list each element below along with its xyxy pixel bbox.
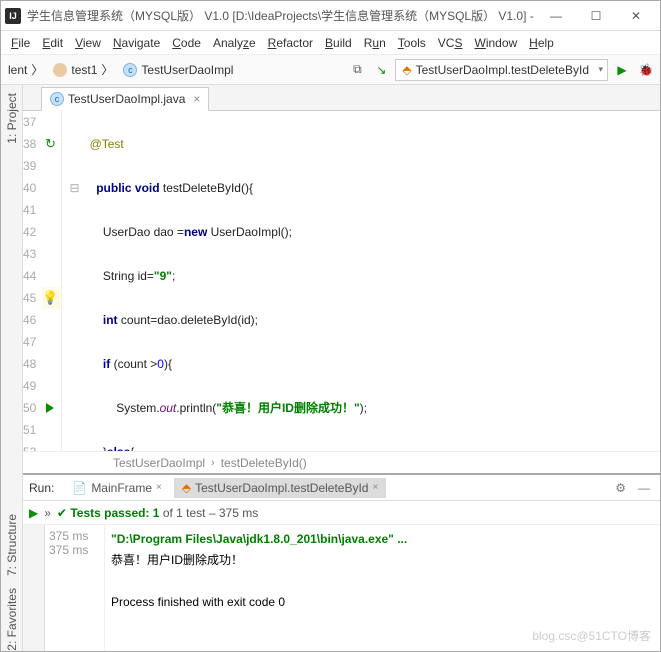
line-numbers: 37383940414243444546474849505152 [23, 111, 42, 451]
test-tree[interactable]: 375 ms 375 ms [45, 525, 105, 651]
editor-tab-label: TestUserDaoImpl.java [68, 92, 185, 106]
window-titlebar: IJ 学生信息管理系统（MYSQL版） V1.0 [D:\IdeaProject… [1, 1, 660, 31]
hide-panel-icon[interactable]: — [634, 481, 654, 495]
intention-bulb-icon[interactable]: 💡 [42, 287, 58, 309]
run-button[interactable]: ▶ [612, 60, 632, 80]
close-button[interactable]: ✕ [616, 2, 656, 30]
run-label: Run: [29, 481, 54, 495]
menu-help[interactable]: Help [525, 34, 558, 52]
app-logo-icon: IJ [5, 8, 21, 24]
menu-view[interactable]: View [71, 34, 105, 52]
menu-file[interactable]: File [7, 34, 34, 52]
editor-tabs: c TestUserDaoImpl.java × [23, 85, 660, 111]
menu-code[interactable]: Code [168, 34, 205, 52]
menu-navigate[interactable]: Navigate [109, 34, 164, 52]
code-body[interactable]: @Test ⊟ public void testDeleteById(){ Us… [62, 111, 660, 451]
run-tab-mainframe[interactable]: 📄MainFrame× [64, 478, 169, 498]
run-toolbar-side [23, 525, 45, 651]
menu-run[interactable]: Run [360, 34, 390, 52]
watermark: blog.csc@51CTO博客 [532, 627, 651, 644]
test-status: ✔ Tests passed: 1 of 1 test – 375 ms [57, 506, 258, 520]
menu-window[interactable]: Window [470, 34, 521, 52]
hammer-icon[interactable]: ↘ [371, 60, 391, 80]
run-test-gutter-icon[interactable]: ↻ [45, 133, 56, 155]
test-toolbar: ▶ » ✔ Tests passed: 1 of 1 test – 375 ms [23, 501, 660, 525]
window-title: 学生信息管理系统（MYSQL版） V1.0 [D:\IdeaProjects\学… [27, 7, 536, 24]
rerun-icon[interactable]: ▶ [29, 506, 38, 520]
menu-edit[interactable]: Edit [38, 34, 67, 52]
menu-analyze[interactable]: Analyze [209, 34, 260, 52]
code-editor[interactable]: 37383940414243444546474849505152 ↻💡 @Tes… [23, 111, 660, 451]
left-sidebar: 1: Project 7: Structure 2: Favorites [1, 85, 23, 651]
close-tab-icon[interactable]: × [193, 92, 200, 106]
menu-build[interactable]: Build [321, 34, 356, 52]
navigation-bar: lent〉 test1〉 cTestUserDaoImpl ⧉ ↘ ⬘TestU… [1, 55, 660, 85]
run-tool-window: Run: 📄MainFrame× ⬘TestUserDaoImpl.testDe… [23, 473, 660, 651]
crumb-root[interactable]: lent〉 [5, 61, 46, 78]
editor-breadcrumb[interactable]: TestUserDaoImpl › testDeleteById() [23, 451, 660, 473]
tool-favorites[interactable]: 2: Favorites [5, 588, 19, 651]
menu-tools[interactable]: Tools [394, 34, 430, 52]
maximize-button[interactable]: ☐ [576, 2, 616, 30]
menu-bar: File Edit View Navigate Code Analyze Ref… [1, 31, 660, 55]
debug-button[interactable]: 🐞 [636, 60, 656, 80]
run-config-select[interactable]: ⬘TestUserDaoImpl.testDeleteById [395, 59, 608, 81]
folder-icon [53, 63, 67, 77]
build-icon[interactable]: ⧉ [347, 60, 367, 80]
class-icon: c [50, 92, 64, 106]
minimize-button[interactable]: — [536, 2, 576, 30]
run-test-gutter-icon[interactable] [46, 403, 54, 413]
menu-vcs[interactable]: VCS [434, 34, 467, 52]
gutter-icons: ↻💡 [42, 111, 61, 451]
editor-tab[interactable]: c TestUserDaoImpl.java × [41, 87, 209, 111]
crumb-class[interactable]: cTestUserDaoImpl [120, 63, 236, 77]
tool-project[interactable]: 1: Project [5, 93, 19, 144]
settings-icon[interactable]: ⚙ [611, 481, 630, 495]
class-icon: c [123, 63, 137, 77]
crumb-folder[interactable]: test1〉 [50, 61, 116, 78]
run-tab-test[interactable]: ⬘TestUserDaoImpl.testDeleteById× [174, 478, 386, 498]
tool-structure[interactable]: 7: Structure [5, 514, 19, 576]
menu-refactor[interactable]: Refactor [264, 34, 317, 52]
